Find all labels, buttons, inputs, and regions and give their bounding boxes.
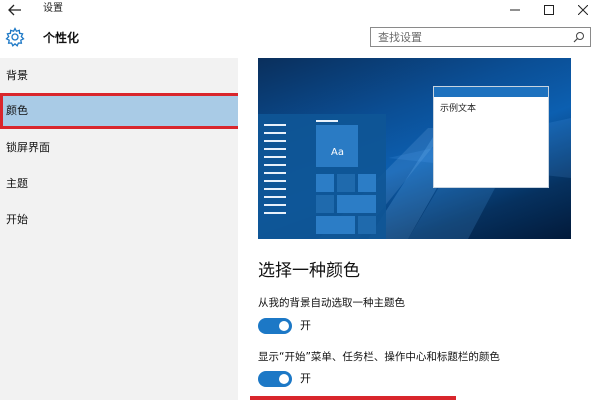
- scroll-gutter: [238, 58, 250, 400]
- menu-line: [264, 196, 286, 198]
- search-icon[interactable]: [573, 31, 585, 43]
- menu-line: [264, 172, 286, 174]
- sample-window-titlebar: [434, 87, 548, 97]
- show-color-toggle-state: 开: [300, 372, 311, 385]
- close-icon: [578, 5, 588, 15]
- tile: [316, 174, 334, 192]
- menu-line: [264, 132, 286, 134]
- show-color-label: 显示“开始”菜单、任务栏、操作中心和标题栏的颜色: [258, 351, 500, 363]
- color-preview: Aa 示例文本: [258, 58, 571, 239]
- tile-header-line: [316, 120, 338, 122]
- gear-icon: [5, 27, 25, 47]
- minimize-icon: [510, 9, 520, 11]
- title-bar: 设置: [0, 0, 601, 20]
- auto-accent-toggle-state: 开: [300, 319, 311, 332]
- tile-grid: [316, 174, 378, 236]
- show-color-toggle[interactable]: [258, 371, 292, 387]
- tile-label: Aa: [331, 147, 344, 158]
- tile: [358, 216, 376, 234]
- sidebar-item-start[interactable]: 开始: [0, 202, 240, 238]
- tile: [337, 174, 355, 192]
- page-title: 个性化: [43, 31, 80, 45]
- tile: [316, 195, 334, 213]
- sidebar-item-themes[interactable]: 主题: [0, 166, 240, 202]
- tile: [358, 174, 376, 192]
- menu-line: [264, 188, 286, 190]
- menu-line: [264, 180, 286, 182]
- toggle-knob: [279, 321, 289, 331]
- sample-text: 示例文本: [440, 104, 477, 114]
- menu-line: [264, 156, 286, 158]
- sidebar-item-lock-screen[interactable]: 锁屏界面: [0, 130, 240, 166]
- window-title: 设置: [43, 3, 63, 14]
- maximize-icon: [544, 5, 554, 15]
- sidebar-item-background[interactable]: 背景: [0, 58, 240, 94]
- sidebar-item-colors[interactable]: 颜色: [0, 93, 244, 129]
- minimize-button[interactable]: [498, 0, 532, 20]
- tile: [316, 216, 355, 234]
- menu-line: [264, 204, 286, 206]
- menu-line: [264, 212, 286, 214]
- tile: [337, 195, 376, 213]
- auto-accent-toggle[interactable]: [258, 318, 292, 334]
- menu-line: [264, 124, 286, 126]
- settings-header: 个性化: [0, 20, 601, 58]
- menu-line: [264, 148, 286, 150]
- section-title: 选择一种颜色: [258, 261, 360, 281]
- toggle-knob: [279, 374, 289, 384]
- auto-accent-label: 从我的背景自动选取一种主题色: [258, 297, 405, 309]
- search-input[interactable]: [371, 28, 568, 46]
- menu-line: [264, 164, 286, 166]
- close-button[interactable]: [566, 0, 600, 20]
- back-arrow-icon[interactable]: [6, 1, 24, 19]
- highlight-marker: [250, 396, 456, 400]
- menu-line: [264, 140, 286, 142]
- sample-window-preview: 示例文本: [433, 86, 549, 188]
- maximize-button[interactable]: [532, 0, 566, 20]
- tile-large: Aa: [316, 125, 358, 167]
- search-box[interactable]: [370, 27, 591, 47]
